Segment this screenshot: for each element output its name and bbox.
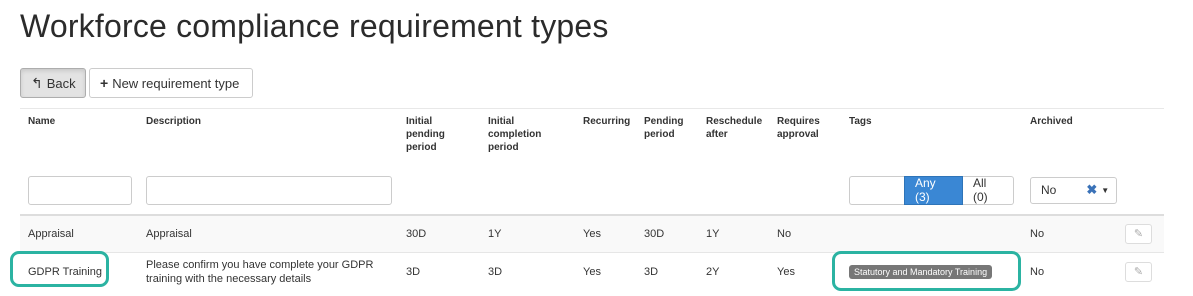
edit-button[interactable]: ✎ [1125,223,1152,244]
cell-description: Please confirm you have complete your GD… [138,252,398,291]
table-row: GDPR Training Please confirm you have co… [20,252,1164,291]
tags-any-toggle[interactable]: Any (3) [904,175,964,205]
back-button-label: Back [46,75,76,91]
pencil-icon: ✎ [1133,228,1144,241]
cell-tags: Statutory and Mandatory Training [841,252,1022,291]
toolbar: ↰ Back + New requirement type [20,68,253,98]
column-header-requires-approval[interactable]: Requires approval [769,108,841,167]
cell-initial-pending-period: 3D [398,252,480,291]
back-arrow-icon: ↰ [31,75,43,91]
requirement-types-table: Name Description Initial pending period … [20,108,1164,291]
tag-badge[interactable]: Statutory and Mandatory Training [849,264,993,279]
cell-recurring: Yes [575,252,636,291]
cell-archived: No [1022,214,1117,253]
cell-recurring: Yes [575,214,636,253]
clear-icon[interactable]: ✖ [1086,182,1097,198]
chevron-down-icon[interactable]: ▼ [1101,186,1109,195]
cell-reschedule-after: 1Y [698,214,769,253]
tags-filter-input[interactable] [849,175,904,205]
column-header-recurring[interactable]: Recurring [575,108,636,167]
name-filter-input[interactable] [28,175,132,205]
column-header-initial-pending-period[interactable]: Initial pending period [398,108,480,167]
cell-initial-completion-period: 1Y [480,214,575,253]
plus-icon: + [100,75,109,91]
description-filter-input[interactable] [146,175,392,205]
cell-pending-period: 3D [636,252,698,291]
column-header-initial-completion-period[interactable]: Initial completion period [480,108,575,167]
column-header-tags[interactable]: Tags [841,108,1022,167]
cell-requires-approval: No [769,214,841,253]
archived-filter-value: No [1041,183,1057,197]
header-row: Name Description Initial pending period … [20,108,1164,167]
cell-description: Appraisal [138,214,398,253]
cell-requires-approval: Yes [769,252,841,291]
cell-name: Appraisal [20,214,138,253]
table-row: Appraisal Appraisal 30D 1Y Yes 30D 1Y No… [20,214,1164,253]
cell-archived: No [1022,252,1117,291]
cell-tags [841,214,1022,253]
cell-reschedule-after: 2Y [698,252,769,291]
back-button[interactable]: ↰ Back [20,68,86,98]
cell-initial-completion-period: 3D [480,252,575,291]
cell-name: GDPR Training [20,252,138,291]
column-header-pending-period[interactable]: Pending period [636,108,698,167]
pencil-icon: ✎ [1133,266,1144,279]
new-requirement-type-button[interactable]: + New requirement type [89,68,253,98]
filter-row: Any (3) All (0) No ✖ ▼ [20,166,1164,216]
tags-all-toggle[interactable]: All (0) [963,175,1014,205]
edit-button[interactable]: ✎ [1125,261,1152,282]
column-header-description[interactable]: Description [138,108,398,167]
column-header-name[interactable]: Name [20,108,138,167]
new-requirement-type-label: New requirement type [112,75,240,91]
cell-pending-period: 30D [636,214,698,253]
column-header-reschedule-after[interactable]: Reschedule after [698,108,769,167]
archived-filter-select[interactable]: No ✖ ▼ [1030,176,1117,204]
column-header-actions [1117,108,1164,167]
column-header-archived[interactable]: Archived [1022,108,1117,167]
cell-initial-pending-period: 30D [398,214,480,253]
tags-filter: Any (3) All (0) [849,175,1014,205]
page-title: Workforce compliance requirement types [20,8,609,44]
